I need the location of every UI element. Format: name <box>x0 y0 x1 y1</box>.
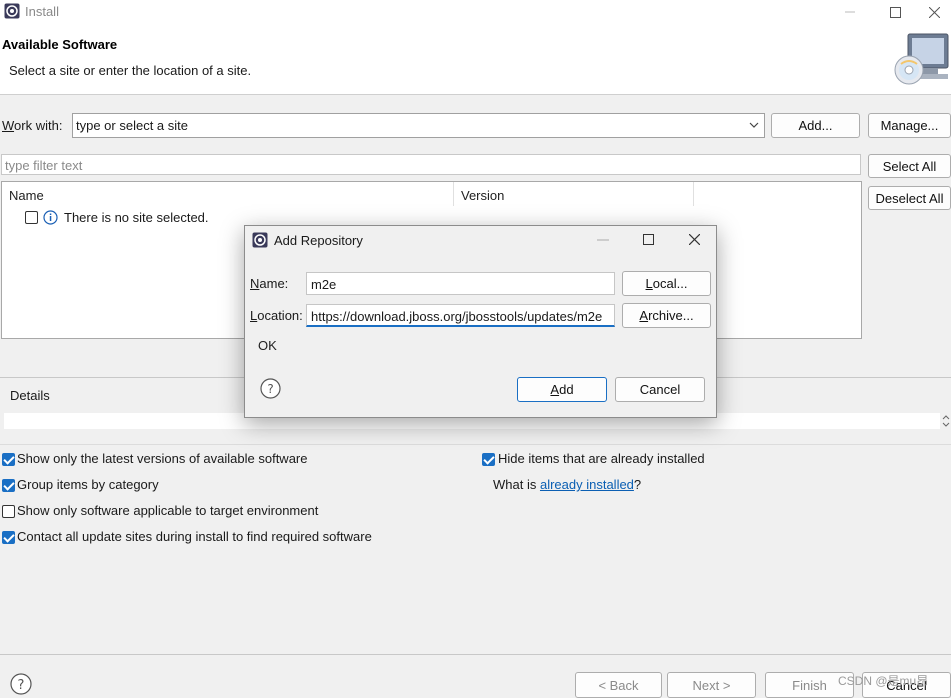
eclipse-app-icon <box>4 3 20 19</box>
option-latest-versions-label: Show only the latest versions of availab… <box>17 451 308 466</box>
title-bar: Install <box>0 0 951 24</box>
minimize-icon[interactable] <box>597 239 609 241</box>
select-all-button[interactable]: Select All <box>868 154 951 178</box>
option-group-by-category-checkbox[interactable] <box>2 479 15 492</box>
help-icon[interactable]: ? <box>10 673 32 695</box>
next-button[interactable]: Next > <box>667 672 756 698</box>
repository-name-value: m2e <box>311 277 337 292</box>
option-group-by-category-label: Group items by category <box>17 477 159 492</box>
watermark: CSDN @是mu昂 <box>838 674 929 688</box>
maximize-icon[interactable] <box>643 234 654 245</box>
repository-location-value: https://download.jboss.org/jbosstools/up… <box>311 309 603 324</box>
add-site-button[interactable]: Add... <box>771 113 860 138</box>
column-header-name[interactable]: Name <box>2 182 454 206</box>
what-is-suffix: ? <box>633 477 642 492</box>
close-window-button[interactable] <box>918 0 951 24</box>
maximize-icon <box>889 6 901 18</box>
what-is-prefix: What is <box>493 477 540 492</box>
add-repository-button[interactable]: Add <box>517 377 607 402</box>
archive-button[interactable]: Archive... <box>622 303 711 328</box>
tree-row-checkbox[interactable] <box>25 211 38 224</box>
option-group-by-category[interactable]: Group items by category <box>2 477 402 495</box>
svg-text:?: ? <box>267 382 273 396</box>
minimize-icon <box>845 11 855 13</box>
option-contact-update-sites[interactable]: Contact all update sites during install … <box>2 529 422 547</box>
maximize-button[interactable] <box>872 0 918 24</box>
name-label: Name: <box>250 276 289 291</box>
already-installed-link[interactable]: already installed <box>540 477 634 492</box>
filter-input[interactable]: type filter text <box>1 154 861 175</box>
manage-sites-button[interactable]: Manage... <box>868 113 951 138</box>
site-combo[interactable]: type or select a site <box>72 113 765 138</box>
help-icon[interactable]: ? <box>260 378 281 399</box>
option-target-environment-checkbox[interactable] <box>2 505 15 518</box>
cancel-repository-button[interactable]: Cancel <box>615 377 705 402</box>
option-hide-installed-checkbox[interactable] <box>482 453 495 466</box>
filter-placeholder: type filter text <box>5 158 83 173</box>
options-separator <box>0 444 951 445</box>
back-button[interactable]: < Back <box>575 672 662 698</box>
option-latest-versions-checkbox[interactable] <box>2 453 15 466</box>
work-with-label: Work with: <box>2 118 63 133</box>
footer-separator <box>0 654 951 655</box>
dialog-title: Add Repository <box>274 233 363 248</box>
page-subtitle: Select a site or enter the location of a… <box>9 63 252 78</box>
repository-name-field[interactable]: m2e <box>306 272 615 295</box>
option-target-environment[interactable]: Show only software applicable to target … <box>2 503 402 521</box>
option-hide-installed-label: Hide items that are already installed <box>498 451 705 466</box>
eclipse-app-icon <box>252 232 268 248</box>
tree-row-label: There is no site selected. <box>64 210 209 225</box>
site-combo-value: type or select a site <box>76 118 188 133</box>
location-label: Location: <box>250 308 303 323</box>
page-title: Available Software <box>2 37 118 52</box>
repository-location-field[interactable]: https://download.jboss.org/jbosstools/up… <box>306 304 615 327</box>
window-title: Install <box>25 4 59 19</box>
what-is-installed: What is already installed? <box>493 477 693 495</box>
svg-text:?: ? <box>18 678 25 693</box>
info-icon <box>43 210 58 225</box>
close-icon <box>929 6 940 18</box>
option-latest-versions[interactable]: Show only the latest versions of availab… <box>2 451 402 469</box>
option-target-environment-label: Show only software applicable to target … <box>17 503 319 518</box>
column-header-version[interactable]: Version <box>454 182 694 206</box>
option-hide-installed[interactable]: Hide items that are already installed <box>482 451 742 469</box>
local-button[interactable]: Local... <box>622 271 711 296</box>
wizard-header: Available Software Select a site or ente… <box>0 24 951 95</box>
option-contact-update-sites-label: Contact all update sites during install … <box>17 529 372 544</box>
add-repository-dialog: Add Repository Name: m2e Local... Locati… <box>244 225 717 418</box>
dialog-status: OK <box>258 338 277 353</box>
dialog-title-bar: Add Repository <box>245 226 716 255</box>
minimize-button[interactable] <box>827 0 873 24</box>
deselect-all-button[interactable]: Deselect All <box>868 186 951 210</box>
install-software-icon <box>894 33 949 85</box>
close-icon[interactable] <box>689 234 700 245</box>
option-contact-update-sites-checkbox[interactable] <box>2 531 15 544</box>
chevron-down-icon <box>749 122 759 128</box>
details-label: Details <box>10 388 50 403</box>
scroll-arrows-icon[interactable] <box>941 413 951 429</box>
